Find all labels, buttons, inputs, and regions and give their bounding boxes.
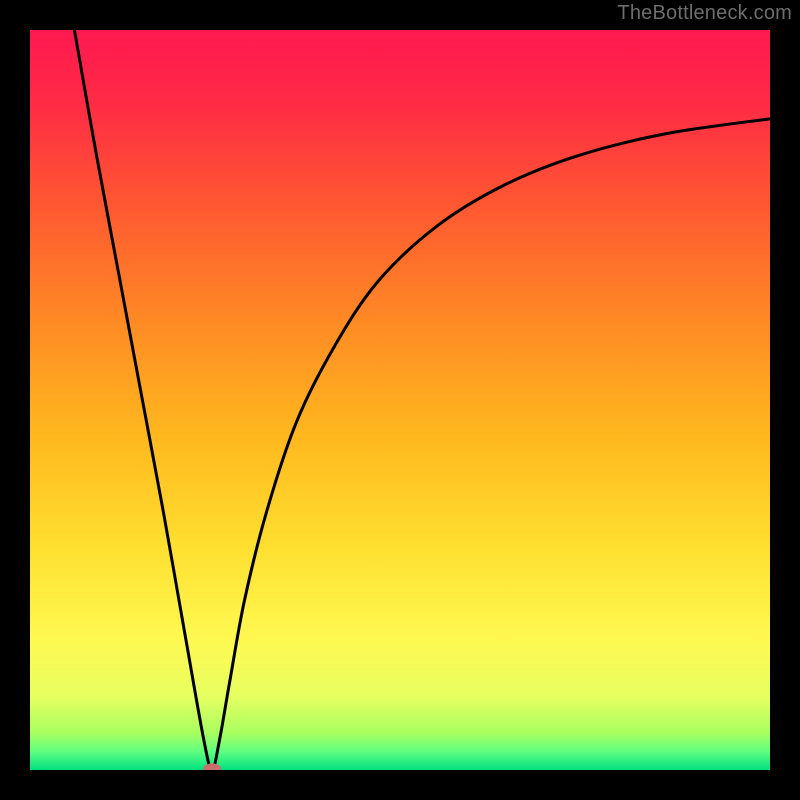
watermark-text: TheBottleneck.com	[617, 2, 792, 25]
plot-area	[30, 30, 770, 770]
chart-frame: TheBottleneck.com	[0, 0, 800, 800]
plot-svg	[30, 30, 770, 770]
